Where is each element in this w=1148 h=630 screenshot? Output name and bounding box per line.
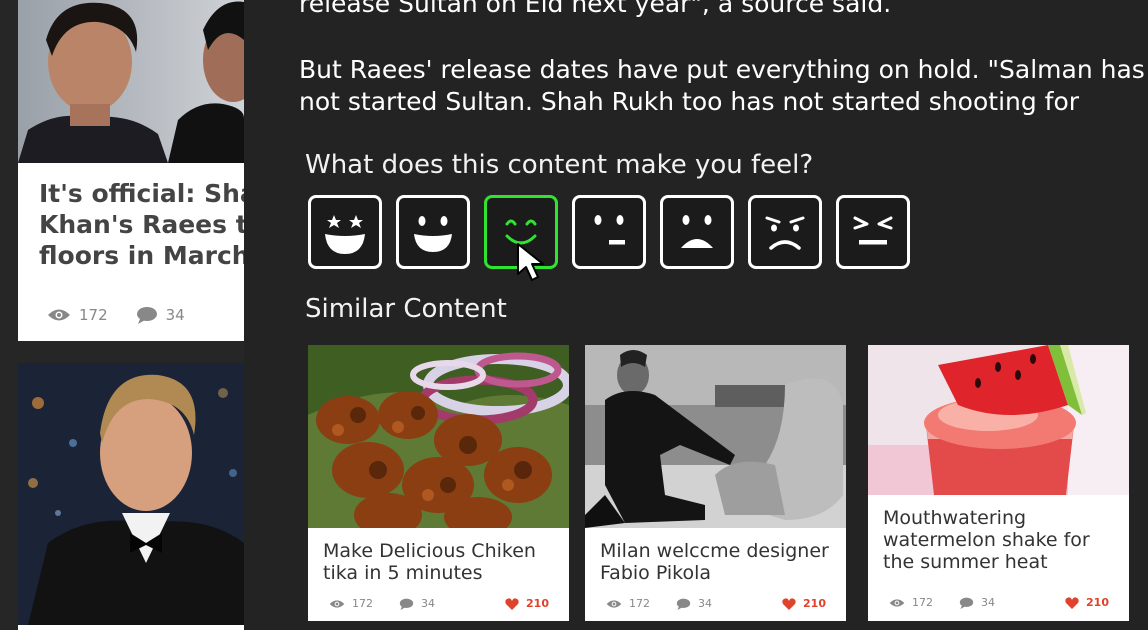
sad-face-icon	[681, 215, 713, 248]
similar-card-stats: 172 34 210	[889, 596, 1109, 609]
similar-card-title: Make Delicious Chiken tika in 5 minutes	[323, 540, 536, 584]
similar-card-stats: 172 34 210	[606, 597, 826, 610]
similar-card-title: Milan welccme designer Fabio Pikola	[600, 540, 829, 584]
similar-card-image	[585, 345, 846, 528]
meh-face-icon	[594, 215, 625, 245]
comments-stat: 34	[399, 597, 435, 610]
angry-face-icon	[853, 216, 893, 245]
eye-icon	[606, 599, 622, 608]
eye-icon	[889, 598, 905, 607]
likes-stat[interactable]: 210	[505, 597, 549, 610]
views-stat: 172	[47, 306, 108, 324]
reaction-bar	[308, 195, 924, 269]
reaction-angry-button[interactable]	[836, 195, 910, 269]
eye-icon	[48, 309, 70, 321]
feed-image	[18, 363, 244, 625]
reaction-sad-button[interactable]	[660, 195, 734, 269]
left-feed: It's official: Sha Khan's Raees to floor…	[0, 0, 244, 630]
reaction-happy-button[interactable]	[396, 195, 470, 269]
similar-card-stats: 172 34 210	[329, 597, 549, 610]
similar-card[interactable]: Mouthwatering watermelon shake for the s…	[868, 345, 1129, 621]
feed-card[interactable]: It's official: Sha Khan's Raees to floor…	[18, 0, 244, 341]
views-stat: 172	[606, 597, 650, 610]
happy-face-icon	[414, 216, 452, 252]
feed-card-title: It's official: Sha Khan's Raees to floor…	[39, 179, 244, 270]
upset-face-icon	[765, 216, 805, 250]
similar-card[interactable]: Milan welccme designer Fabio Pikola 172 …	[585, 345, 846, 621]
comments-stat: 34	[136, 306, 185, 324]
reaction-upset-button[interactable]	[748, 195, 822, 269]
article-overlay: release Sultan on Eid next year", a sour…	[244, 0, 1148, 630]
likes-stat[interactable]: 210	[1065, 596, 1109, 609]
feed-card-stats: 172 34	[47, 306, 213, 324]
similar-content-heading: Similar Content	[305, 294, 507, 324]
views-stat: 172	[329, 597, 373, 610]
reaction-star-eyes-button[interactable]	[308, 195, 382, 269]
comment-icon	[676, 598, 691, 610]
star-eyes-icon	[325, 215, 365, 254]
comment-icon	[136, 307, 157, 324]
comments-stat: 34	[959, 596, 995, 609]
article-paragraph-line: not started Sultan. Shah Rukh too has no…	[299, 87, 1080, 116]
heart-icon	[1065, 596, 1079, 609]
views-stat: 172	[889, 596, 933, 609]
feedback-question: What does this content make you feel?	[305, 150, 814, 180]
heart-icon	[505, 597, 519, 610]
comments-stat: 34	[676, 597, 712, 610]
likes-stat[interactable]: 210	[782, 597, 826, 610]
article-paragraph-line: But Raees' release dates have put everyt…	[299, 55, 1145, 84]
reaction-meh-button[interactable]	[572, 195, 646, 269]
similar-card-image	[308, 345, 569, 528]
similar-card-title: Mouthwatering watermelon shake for the s…	[883, 507, 1090, 573]
eye-icon	[329, 599, 345, 608]
feed-image	[18, 0, 244, 163]
similar-card[interactable]: Make Delicious Chiken tika in 5 minutes …	[308, 345, 569, 621]
comment-icon	[399, 598, 414, 610]
article-paragraph-line: release Sultan on Eid next year", a sour…	[299, 0, 892, 18]
feed-card[interactable]	[18, 363, 244, 630]
comment-icon	[959, 597, 974, 609]
similar-card-image	[868, 345, 1129, 495]
mouse-cursor-icon	[517, 243, 544, 281]
heart-icon	[782, 597, 796, 610]
